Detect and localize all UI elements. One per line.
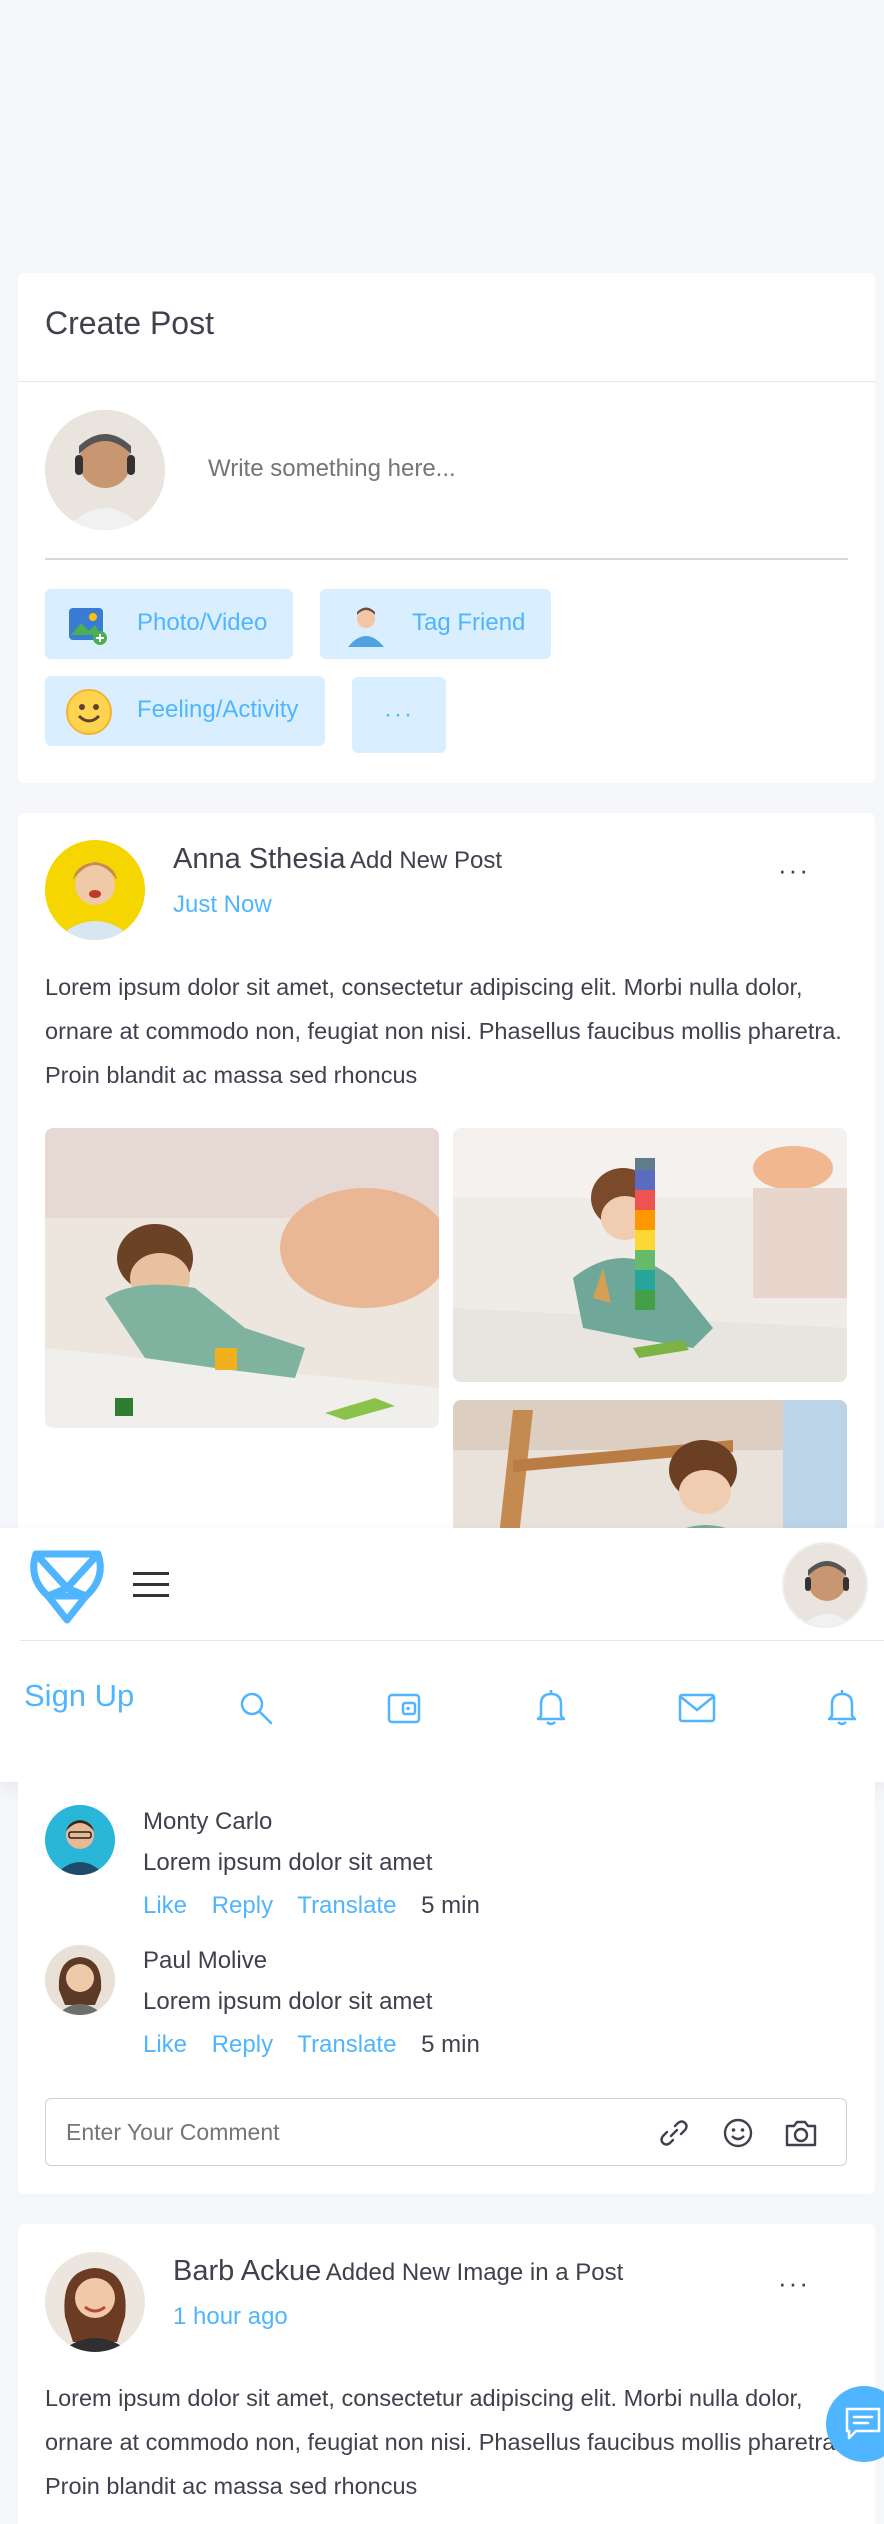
post-card: Anna Sthesia Add New Post Just Now ··· L… — [18, 813, 875, 1593]
comment-author[interactable]: Paul Molive — [143, 1947, 267, 1975]
hamburger-menu-icon[interactable] — [133, 1572, 169, 1598]
reply-link[interactable]: Reply — [212, 1892, 273, 1919]
camera-icon[interactable] — [784, 2117, 818, 2154]
post-more-button[interactable]: ··· — [778, 855, 810, 886]
search-icon[interactable] — [238, 1690, 274, 1731]
chat-icon — [844, 2406, 882, 2447]
feeling-activity-label: Feeling/Activity — [137, 696, 299, 723]
feeling-activity-button[interactable]: Feeling/Activity — [45, 676, 325, 746]
logo-icon[interactable] — [26, 1548, 108, 1631]
smiley-icon — [65, 688, 113, 743]
post-text-input[interactable] — [208, 448, 808, 490]
comment-text: Lorem ipsum dolor sit amet — [143, 1849, 433, 1876]
bell-icon[interactable] — [533, 1688, 569, 1731]
avatar[interactable] — [45, 840, 145, 940]
post-photo[interactable] — [45, 1128, 439, 1428]
post-header: Anna Sthesia Add New Post — [173, 843, 502, 876]
author-name[interactable]: Anna Sthesia — [173, 843, 346, 875]
top-navbar: Sign Up — [0, 1528, 884, 1782]
more-options-button[interactable]: ··· — [352, 677, 446, 753]
post-card: Barb Ackue Added New Image in a Post 1 h… — [18, 2224, 875, 2524]
user-avatar[interactable] — [782, 1542, 868, 1628]
wallet-icon[interactable] — [386, 1690, 422, 1731]
post-time: Just Now — [173, 891, 272, 918]
divider — [18, 381, 875, 382]
signup-link[interactable]: Sign Up — [24, 1678, 134, 1714]
comment-author[interactable]: Monty Carlo — [143, 1808, 272, 1836]
avatar[interactable] — [45, 1945, 115, 2015]
translate-link[interactable]: Translate — [297, 2031, 396, 2058]
post-header: Barb Ackue Added New Image in a Post — [173, 2255, 623, 2288]
link-icon[interactable] — [658, 2117, 690, 2154]
more-dots-icon: ··· — [384, 701, 414, 728]
input-underline — [45, 558, 848, 560]
like-link[interactable]: Like — [143, 2031, 187, 2058]
comment-actions: Like Reply Translate 5 min — [143, 1892, 498, 1920]
like-link[interactable]: Like — [143, 1892, 187, 1919]
comments-section: Monty Carlo Lorem ipsum dolor sit amet L… — [18, 1782, 875, 2194]
post-action: Add New Post — [349, 847, 503, 874]
comment-actions: Like Reply Translate 5 min — [143, 2031, 498, 2059]
post-body: Lorem ipsum dolor sit amet, consectetur … — [45, 974, 842, 1088]
create-post-title: Create Post — [45, 305, 214, 341]
translate-link[interactable]: Translate — [297, 1892, 396, 1919]
post-time: 1 hour ago — [173, 2303, 288, 2330]
comment-input[interactable] — [66, 2113, 606, 2151]
reply-link[interactable]: Reply — [212, 2031, 273, 2058]
create-post-card: Create Post Photo/Video Tag Friend Feeli… — [18, 273, 875, 783]
mail-icon[interactable] — [678, 1692, 716, 1729]
bell-icon[interactable] — [824, 1688, 860, 1731]
comment-time: 5 min — [421, 2031, 480, 2058]
emoji-icon[interactable] — [722, 2117, 754, 2154]
post-photo[interactable] — [453, 1128, 847, 1382]
avatar[interactable] — [45, 410, 165, 530]
comment-time: 5 min — [421, 1892, 480, 1919]
tag-friend-label: Tag Friend — [412, 609, 526, 636]
post-body: Lorem ipsum dolor sit amet, consectetur … — [45, 2385, 842, 2499]
post-action: Added New Image in a Post — [325, 2259, 624, 2286]
tag-friend-button[interactable]: Tag Friend — [320, 589, 551, 659]
tag-friend-icon — [342, 601, 390, 656]
avatar[interactable] — [45, 1805, 115, 1875]
post-more-button[interactable]: ··· — [778, 2268, 810, 2299]
comment-text: Lorem ipsum dolor sit amet — [143, 1988, 433, 2015]
avatar[interactable] — [45, 2252, 145, 2352]
photo-icon — [67, 605, 107, 652]
divider — [20, 1640, 884, 1641]
photo-video-button[interactable]: Photo/Video — [45, 589, 293, 659]
author-name[interactable]: Barb Ackue — [173, 2255, 321, 2287]
photo-video-label: Photo/Video — [137, 609, 268, 636]
comment-input-box — [45, 2098, 847, 2166]
